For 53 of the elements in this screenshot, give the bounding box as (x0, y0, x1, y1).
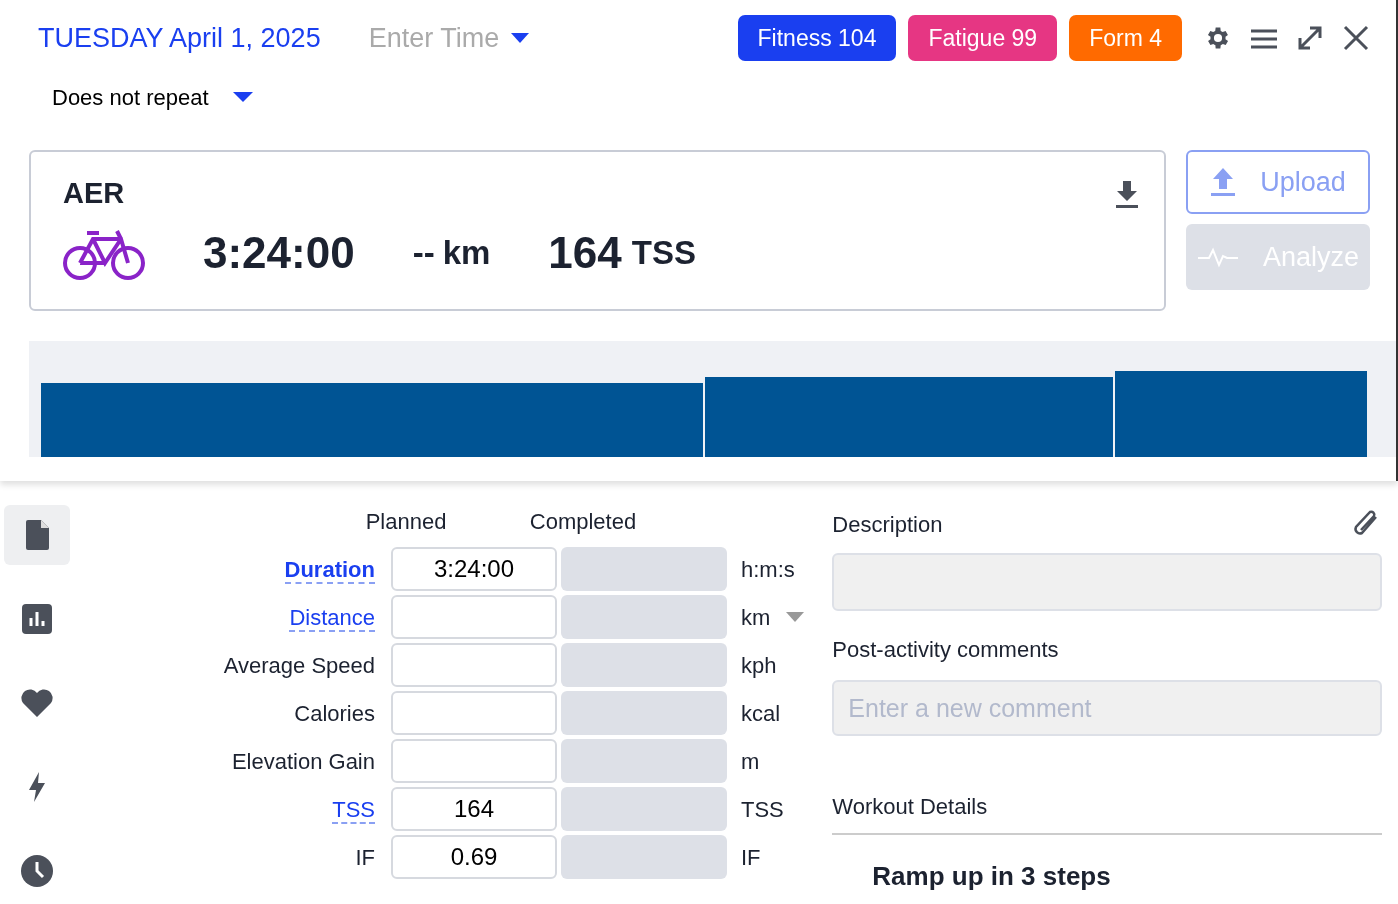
step-title: Ramp up in 3 steps (872, 860, 1112, 893)
stat-badge[interactable]: Fatigue 99 (908, 14, 1058, 62)
distance-value: -- (412, 232, 435, 273)
caret-icon (232, 91, 253, 103)
workout-details-heading: Workout Details (832, 790, 1383, 835)
field-label: IF (355, 844, 375, 870)
field-link[interactable]: Distance (289, 604, 375, 632)
field-link[interactable]: TSS (332, 796, 375, 824)
field-label: Elevation Gain (231, 748, 375, 774)
planned-input[interactable] (391, 739, 557, 783)
unit-label: h:m:s (741, 555, 795, 584)
completed-field[interactable] (561, 787, 727, 831)
expand-icon[interactable] (1296, 24, 1324, 52)
tss-value: 164 (548, 226, 622, 279)
field-label: Calories (294, 700, 375, 726)
comments-label: Post-activity comments (832, 636, 1060, 664)
comment-input[interactable]: Enter a new comment (832, 680, 1383, 736)
distance-unit: km (442, 232, 491, 273)
description-label: Description (832, 510, 943, 539)
upload-icon (1210, 166, 1237, 198)
unit-label: kph (741, 651, 777, 680)
completed-field[interactable] (561, 739, 727, 783)
description-field[interactable] (832, 553, 1383, 611)
unit-label: km (741, 603, 771, 632)
completed-field[interactable] (561, 643, 727, 687)
planned-input[interactable] (391, 691, 557, 735)
field-label: Average Speed (223, 652, 375, 678)
unit-label: IF (741, 843, 761, 872)
date-title: TUESDAY April 1, 2025 (38, 21, 321, 55)
field-link[interactable]: Duration (284, 556, 375, 584)
completed-field[interactable] (561, 691, 727, 735)
planned-input[interactable]: 3:24:00 (391, 547, 557, 591)
tss-unit: TSS (631, 232, 696, 273)
workout-title: AER (63, 176, 125, 211)
caret-icon[interactable] (786, 611, 805, 623)
planned-input[interactable]: 0.69 (391, 835, 557, 879)
completed-field[interactable] (561, 835, 727, 879)
planned-input[interactable] (391, 595, 557, 639)
stat-badge[interactable]: Fitness 104 (737, 14, 897, 62)
completed-field[interactable] (561, 547, 727, 591)
duration-value: 3:24:00 (203, 226, 355, 279)
unit-label: TSS (741, 795, 784, 824)
unit-label: m (741, 747, 760, 776)
repeat-dropdown[interactable]: Does not repeat (52, 80, 253, 114)
column-header: Completed (528, 508, 638, 536)
document-icon[interactable] (4, 505, 70, 565)
close-icon[interactable] (1342, 24, 1370, 52)
planned-input[interactable] (391, 643, 557, 687)
planned-input[interactable]: 164 (391, 787, 557, 831)
column-header: Planned (364, 508, 448, 536)
unit-label: kcal (741, 699, 781, 728)
caret-icon (510, 32, 529, 44)
completed-field[interactable] (561, 595, 727, 639)
